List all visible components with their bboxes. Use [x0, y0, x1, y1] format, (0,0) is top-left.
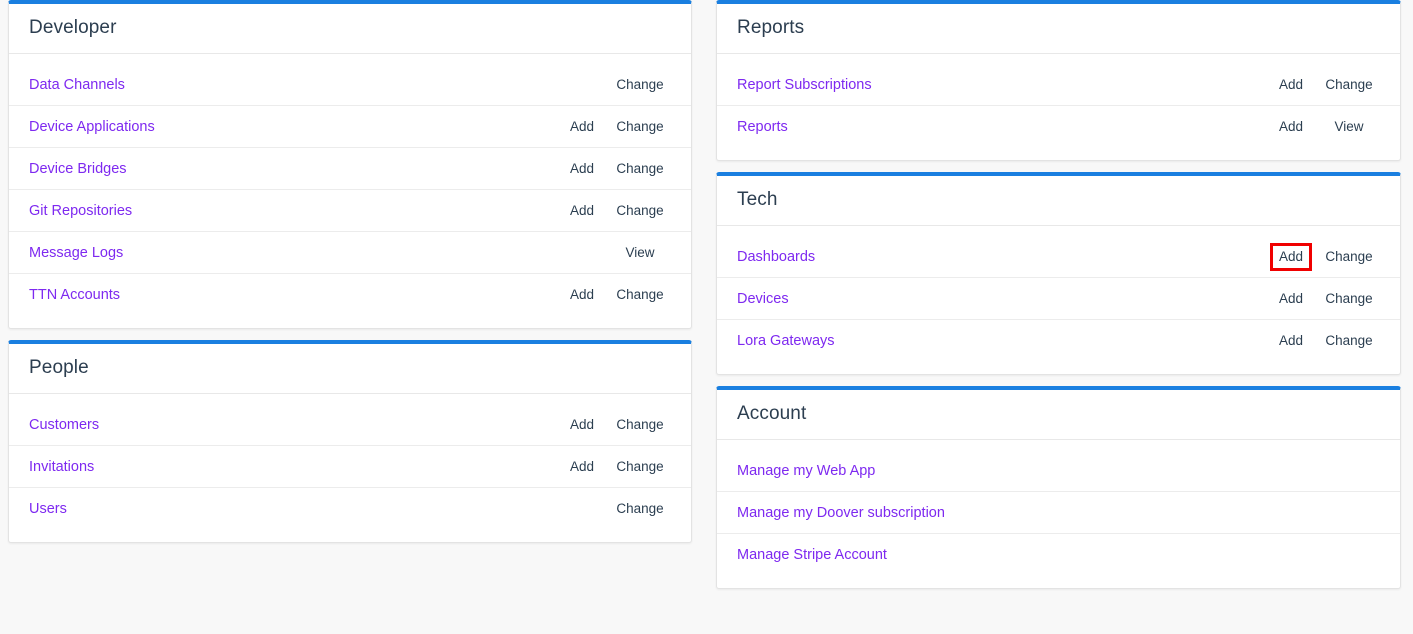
panel-people-body: Customers Add Change Invitations Add Cha… [9, 394, 691, 542]
add-link[interactable]: Add [1264, 291, 1318, 307]
row-actions: Add Change [555, 161, 671, 177]
link-manage-my-web-app[interactable]: Manage my Web App [737, 462, 1380, 480]
add-link[interactable]: Add [1264, 119, 1318, 135]
panel-reports-header: Reports [717, 4, 1400, 54]
link-data-channels[interactable]: Data Channels [29, 76, 555, 94]
row-actions: Add Change [555, 459, 671, 475]
row-actions: Change [555, 77, 671, 93]
panel-tech-title: Tech [737, 189, 778, 210]
change-link[interactable]: Change [609, 77, 671, 93]
link-device-bridges[interactable]: Device Bridges [29, 160, 555, 178]
add-link[interactable]: Add [555, 459, 609, 475]
link-devices[interactable]: Devices [737, 290, 1264, 308]
panel-people-header: People [9, 344, 691, 394]
link-customers[interactable]: Customers [29, 416, 555, 434]
panel-developer-header: Developer [9, 4, 691, 54]
table-row: Customers Add Change [9, 404, 691, 446]
row-actions: Add View [1264, 119, 1380, 135]
change-link[interactable]: Change [609, 459, 671, 475]
link-manage-my-doover-subscription[interactable]: Manage my Doover subscription [737, 504, 1380, 522]
link-invitations[interactable]: Invitations [29, 458, 555, 476]
table-row: Git Repositories Add Change [9, 190, 691, 232]
left-column: Developer Data Channels Change Device Ap… [0, 0, 700, 600]
link-device-applications[interactable]: Device Applications [29, 118, 555, 136]
table-row: Device Bridges Add Change [9, 148, 691, 190]
add-link[interactable]: Add [555, 287, 609, 303]
link-reports[interactable]: Reports [737, 118, 1264, 136]
panel-people: People Customers Add Change Invitations … [8, 340, 692, 543]
add-link[interactable]: Add [555, 119, 609, 135]
panel-account-title: Account [737, 403, 807, 424]
table-row: Devices Add Change [717, 278, 1400, 320]
row-actions: Add Change [1264, 242, 1380, 271]
table-row: Lora Gateways Add Change [717, 320, 1400, 362]
add-link[interactable]: Add [1264, 333, 1318, 349]
change-link[interactable]: Change [1318, 291, 1380, 307]
link-manage-stripe-account[interactable]: Manage Stripe Account [737, 546, 1380, 564]
table-row: Users Change [9, 488, 691, 530]
add-link[interactable]: Add [555, 161, 609, 177]
link-report-subscriptions[interactable]: Report Subscriptions [737, 76, 1264, 94]
panel-reports-title: Reports [737, 17, 805, 38]
table-row: TTN Accounts Add Change [9, 274, 691, 316]
admin-dashboard: Developer Data Channels Change Device Ap… [0, 0, 1413, 634]
row-actions: View [555, 245, 671, 261]
panel-tech: Tech Dashboards Add Change Devices Add C… [716, 172, 1401, 375]
row-actions: Add Change [1264, 333, 1380, 349]
row-actions: Add Change [555, 287, 671, 303]
panel-people-title: People [29, 357, 89, 378]
row-actions: Add Change [1264, 77, 1380, 93]
table-row: Report Subscriptions Add Change [717, 64, 1400, 106]
add-link[interactable]: Add [1264, 77, 1318, 93]
view-link[interactable]: View [1318, 119, 1380, 135]
add-link-container: Add [1264, 242, 1318, 271]
add-link[interactable]: Add [555, 417, 609, 433]
change-link[interactable]: Change [1318, 249, 1380, 265]
row-actions: Add Change [1264, 291, 1380, 307]
change-link[interactable]: Change [1318, 333, 1380, 349]
panel-developer-body: Data Channels Change Device Applications… [9, 54, 691, 328]
change-link[interactable]: Change [609, 417, 671, 433]
table-row: Manage my Doover subscription [717, 492, 1400, 534]
row-actions: Add Change [555, 203, 671, 219]
row-actions: Change [555, 501, 671, 517]
panel-account: Account Manage my Web App Manage my Doov… [716, 386, 1401, 589]
link-lora-gateways[interactable]: Lora Gateways [737, 332, 1264, 350]
panel-tech-header: Tech [717, 176, 1400, 226]
change-link[interactable]: Change [609, 287, 671, 303]
link-ttn-accounts[interactable]: TTN Accounts [29, 286, 555, 304]
table-row: Dashboards Add Change [717, 236, 1400, 278]
panel-account-header: Account [717, 390, 1400, 440]
panel-tech-body: Dashboards Add Change Devices Add Change… [717, 226, 1400, 374]
add-link[interactable]: Add [555, 203, 609, 219]
table-row: Data Channels Change [9, 64, 691, 106]
dashboard-columns: Developer Data Channels Change Device Ap… [0, 0, 1413, 600]
table-row: Manage my Web App [717, 450, 1400, 492]
panel-developer-title: Developer [29, 17, 117, 38]
panel-developer: Developer Data Channels Change Device Ap… [8, 0, 692, 329]
table-row: Reports Add View [717, 106, 1400, 148]
view-link[interactable]: View [609, 245, 671, 261]
change-link[interactable]: Change [609, 161, 671, 177]
row-actions: Add Change [555, 417, 671, 433]
change-link[interactable]: Change [1318, 77, 1380, 93]
table-row: Invitations Add Change [9, 446, 691, 488]
table-row: Message Logs View [9, 232, 691, 274]
table-row: Manage Stripe Account [717, 534, 1400, 576]
link-users[interactable]: Users [29, 500, 555, 518]
right-column: Reports Report Subscriptions Add Change … [712, 0, 1413, 600]
row-actions: Add Change [555, 119, 671, 135]
panel-account-body: Manage my Web App Manage my Doover subsc… [717, 440, 1400, 588]
change-link[interactable]: Change [609, 119, 671, 135]
panel-reports-body: Report Subscriptions Add Change Reports … [717, 54, 1400, 160]
panel-reports: Reports Report Subscriptions Add Change … [716, 0, 1401, 161]
change-link[interactable]: Change [609, 203, 671, 219]
add-link-highlighted[interactable]: Add [1269, 242, 1313, 271]
link-git-repositories[interactable]: Git Repositories [29, 202, 555, 220]
change-link[interactable]: Change [609, 501, 671, 517]
table-row: Device Applications Add Change [9, 106, 691, 148]
link-message-logs[interactable]: Message Logs [29, 244, 555, 262]
link-dashboards[interactable]: Dashboards [737, 248, 1264, 266]
